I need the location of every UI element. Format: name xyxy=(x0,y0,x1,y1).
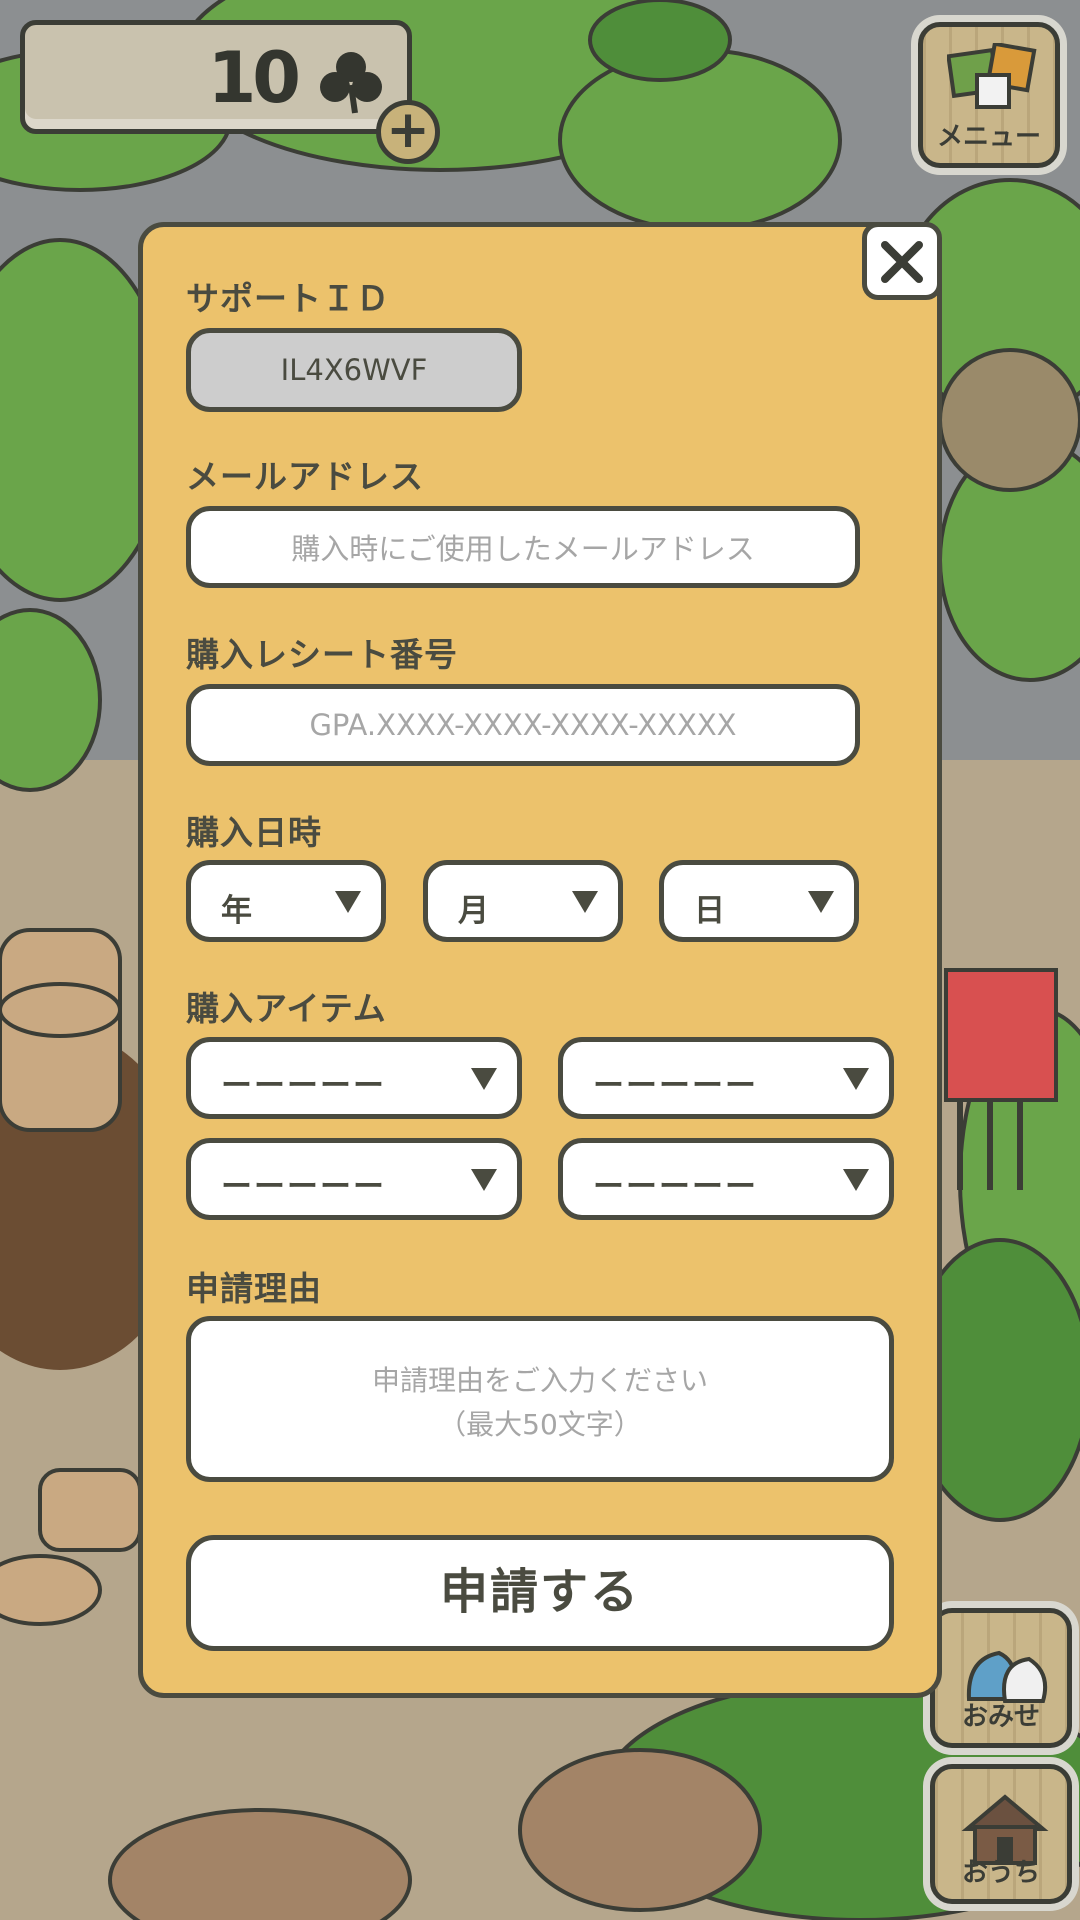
home-button[interactable]: おうち xyxy=(930,1764,1072,1904)
email-placeholder: 購入時にご使用したメールアドレス xyxy=(291,532,755,566)
email-label: メールアドレス xyxy=(186,457,424,496)
dropdown-arrow-icon xyxy=(572,891,598,913)
month-select-label: 月 xyxy=(458,893,489,929)
plus-icon: + xyxy=(386,100,430,160)
dropdown-arrow-icon xyxy=(471,1068,497,1090)
dropdown-arrow-icon xyxy=(808,891,834,913)
menu-label: メニュー xyxy=(936,122,1041,152)
receipt-number-label: 購入レシート番号 xyxy=(186,635,458,674)
purchase-item-label: 購入アイテム xyxy=(186,989,387,1028)
reason-placeholder-line2: （最大50文字） xyxy=(438,1408,642,1441)
home-label: おうち xyxy=(961,1858,1040,1888)
reason-label: 申請理由 xyxy=(186,1269,322,1308)
year-select[interactable]: 年 xyxy=(186,860,386,942)
clover-count: 10 xyxy=(207,37,301,119)
day-select[interactable]: 日 xyxy=(659,860,859,942)
reason-textarea[interactable]: 申請理由をご入力ください （最大50文字） xyxy=(186,1316,894,1482)
dropdown-arrow-icon xyxy=(335,891,361,913)
dropdown-arrow-icon xyxy=(843,1169,869,1191)
reason-placeholder-line1: 申請理由をご入力ください xyxy=(371,1364,708,1397)
support-id-label: サポートＩＤ xyxy=(186,279,390,318)
add-clover-button[interactable]: + xyxy=(376,100,440,164)
purchase-date-label: 購入日時 xyxy=(186,813,322,852)
receipt-number-placeholder: GPA.XXXX-XXXX-XXXX-XXXXX xyxy=(309,708,737,742)
item-select-placeholder: ーーーーー xyxy=(593,1169,758,1205)
submit-button[interactable]: 申請する xyxy=(186,1535,894,1651)
item-select-placeholder: ーーーーー xyxy=(221,1169,386,1205)
item-select-placeholder: ーーーーー xyxy=(221,1068,386,1104)
receipt-number-input[interactable]: GPA.XXXX-XXXX-XXXX-XXXXX xyxy=(186,684,860,766)
month-select[interactable]: 月 xyxy=(423,860,623,942)
email-input[interactable]: 購入時にご使用したメールアドレス xyxy=(186,506,860,588)
clover-counter: 10 xyxy=(20,20,412,134)
item-select-1[interactable]: ーーーーー xyxy=(186,1037,522,1119)
close-button[interactable] xyxy=(862,222,942,300)
year-select-label: 年 xyxy=(221,893,252,929)
shop-label: おみせ xyxy=(961,1702,1040,1732)
close-icon xyxy=(881,241,923,283)
clover-icon xyxy=(320,52,382,114)
shop-button[interactable]: おみせ xyxy=(930,1608,1072,1748)
item-select-placeholder: ーーーーー xyxy=(593,1068,758,1104)
dropdown-arrow-icon xyxy=(471,1169,497,1191)
menu-button[interactable]: メニュー xyxy=(918,22,1060,168)
day-select-label: 日 xyxy=(694,893,725,929)
item-select-3[interactable]: ーーーーー xyxy=(186,1138,522,1220)
support-id-field: IL4X6WVF xyxy=(186,328,522,412)
support-id-value: IL4X6WVF xyxy=(280,353,428,387)
item-select-4[interactable]: ーーーーー xyxy=(558,1138,894,1220)
item-select-2[interactable]: ーーーーー xyxy=(558,1037,894,1119)
dropdown-arrow-icon xyxy=(843,1068,869,1090)
